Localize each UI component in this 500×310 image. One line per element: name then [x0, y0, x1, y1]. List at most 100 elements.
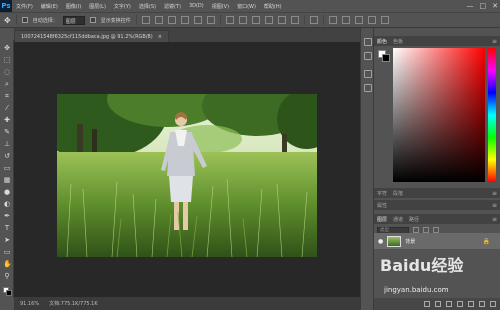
gradient-tool-icon[interactable]: ▦: [3, 176, 11, 184]
color-panel-tabs: 颜色 色板 ≡: [374, 36, 500, 46]
distribute-vcenter-icon[interactable]: [238, 16, 247, 24]
lasso-tool-icon[interactable]: ◌: [3, 68, 11, 76]
align-vcenter-icon[interactable]: [154, 16, 163, 24]
align-right-icon[interactable]: [206, 16, 215, 24]
3d-mode-scale-icon[interactable]: [380, 16, 389, 24]
3d-mode-slide-icon[interactable]: [367, 16, 376, 24]
menu-3d[interactable]: 3D(D): [185, 3, 208, 9]
distribute-left-icon[interactable]: [264, 16, 273, 24]
status-bar: 91.16% 文档:775.1K/775.1K: [14, 297, 360, 310]
show-transform-label: 显示变换控件: [100, 17, 131, 24]
menu-window[interactable]: 窗口(W): [233, 3, 260, 10]
crop-tool-icon[interactable]: ⌗: [3, 92, 11, 100]
history-brush-tool-icon[interactable]: ↺: [3, 152, 11, 160]
tab-color[interactable]: 颜色: [377, 38, 387, 45]
auto-select-checkbox[interactable]: [21, 17, 28, 23]
clone-stamp-tool-icon[interactable]: ⊥: [3, 140, 11, 148]
distribute-right-icon[interactable]: [290, 16, 299, 24]
type-tool-icon[interactable]: T: [3, 224, 11, 232]
close-button[interactable]: ✕: [492, 2, 498, 10]
history-panel-icon[interactable]: [364, 38, 372, 46]
show-transform-checkbox[interactable]: [89, 17, 96, 23]
maximize-button[interactable]: □: [480, 2, 487, 10]
panel-menu-icon[interactable]: ≡: [492, 202, 497, 209]
menu-help[interactable]: 帮助(H): [260, 3, 286, 10]
document-tab[interactable]: 1007241548f6325cf115ddbaca.jpg @ 91.2%(R…: [14, 30, 169, 42]
background-color-swatch[interactable]: [6, 290, 12, 296]
menu-layer[interactable]: 图层(L): [85, 3, 110, 10]
adjustment-layer-icon[interactable]: [457, 301, 463, 307]
actions-panel-icon[interactable]: [364, 52, 372, 60]
layer-name[interactable]: 背景: [405, 238, 415, 245]
menu-type[interactable]: 文字(Y): [110, 3, 135, 10]
marquee-tool-icon[interactable]: ⬚: [3, 56, 11, 64]
zoom-tool-icon[interactable]: ⚲: [3, 272, 11, 280]
auto-select-dropdown[interactable]: 图层: [62, 15, 85, 25]
auto-align-icon[interactable]: [309, 16, 318, 24]
clone-source-panel-icon[interactable]: [364, 84, 372, 92]
3d-mode-rotate-icon[interactable]: [328, 16, 337, 24]
divider: [15, 15, 17, 25]
document-image[interactable]: [57, 94, 317, 257]
background-color-swatch[interactable]: [382, 54, 390, 62]
color-picker-field[interactable]: [393, 48, 485, 182]
3d-mode-drag-icon[interactable]: [354, 16, 363, 24]
blur-tool-icon[interactable]: ●: [3, 188, 11, 196]
eyedropper-tool-icon[interactable]: ⁄: [3, 104, 11, 112]
align-top-icon[interactable]: [141, 16, 150, 24]
3d-mode-roll-icon[interactable]: [341, 16, 350, 24]
link-layers-icon[interactable]: [424, 301, 430, 307]
move-tool-icon[interactable]: ✥: [4, 16, 11, 25]
panel-menu-icon[interactable]: ≡: [492, 190, 497, 197]
tab-character[interactable]: 字符: [377, 190, 387, 197]
align-left-icon[interactable]: [180, 16, 189, 24]
layers-panel-tabs: 图层 通道 路径 ≡: [374, 214, 500, 224]
menu-select[interactable]: 选择(S): [135, 3, 160, 10]
layer-row[interactable]: ● 背景 🔒: [374, 233, 500, 249]
brush-panel-icon[interactable]: [364, 70, 372, 78]
eraser-tool-icon[interactable]: ▭: [3, 164, 11, 172]
hand-tool-icon[interactable]: ✋: [3, 260, 12, 268]
new-group-icon[interactable]: [468, 301, 474, 307]
close-tab-icon[interactable]: ×: [158, 34, 162, 40]
panel-menu-icon[interactable]: ≡: [492, 38, 497, 45]
menu-image[interactable]: 图像(I): [62, 3, 85, 10]
menu-edit[interactable]: 编辑(E): [37, 3, 62, 10]
delete-layer-icon[interactable]: [490, 301, 496, 307]
divider: [303, 15, 305, 25]
visibility-eye-icon[interactable]: ●: [378, 238, 383, 245]
menu-filter[interactable]: 滤镜(T): [160, 3, 185, 10]
shape-tool-icon[interactable]: ▭: [3, 248, 11, 256]
distribute-top-icon[interactable]: [225, 16, 234, 24]
tab-swatches[interactable]: 色板: [393, 38, 403, 45]
distribute-hcenter-icon[interactable]: [277, 16, 286, 24]
new-layer-icon[interactable]: [479, 301, 485, 307]
tab-paths[interactable]: 路径: [409, 216, 419, 223]
meadow-photo: [57, 94, 317, 257]
healing-brush-tool-icon[interactable]: ✚: [3, 116, 11, 124]
panel-menu-icon[interactable]: ≡: [492, 216, 497, 223]
quick-select-tool-icon[interactable]: ⌕: [3, 80, 11, 88]
tools-panel: ✥ ⬚ ◌ ⌕ ⌗ ⁄ ✚ ✎ ⊥ ↺ ▭ ▦ ● ◐ ✒ T ➤ ▭ ✋ ⚲: [0, 40, 14, 298]
minimize-button[interactable]: —: [467, 2, 474, 10]
align-hcenter-icon[interactable]: [193, 16, 202, 24]
zoom-level[interactable]: 91.16%: [20, 301, 39, 307]
properties-panel-tabs: 属性 ≡: [374, 200, 500, 210]
tab-channels[interactable]: 通道: [393, 216, 403, 223]
menu-file[interactable]: 文件(F): [12, 3, 37, 10]
tab-properties[interactable]: 属性: [377, 202, 387, 209]
pen-tool-icon[interactable]: ✒: [3, 212, 11, 220]
menu-view[interactable]: 视图(V): [208, 3, 233, 10]
layer-style-icon[interactable]: [435, 301, 441, 307]
layers-footer: [374, 298, 500, 310]
path-select-tool-icon[interactable]: ➤: [3, 236, 11, 244]
brush-tool-icon[interactable]: ✎: [3, 128, 11, 136]
tab-paragraph[interactable]: 段落: [393, 190, 403, 197]
align-bottom-icon[interactable]: [167, 16, 176, 24]
hue-slider[interactable]: [488, 48, 496, 182]
tab-layers[interactable]: 图层: [377, 216, 387, 223]
move-tool-icon[interactable]: ✥: [3, 44, 11, 52]
dodge-tool-icon[interactable]: ◐: [3, 200, 11, 208]
distribute-bottom-icon[interactable]: [251, 16, 260, 24]
add-mask-icon[interactable]: [446, 301, 452, 307]
